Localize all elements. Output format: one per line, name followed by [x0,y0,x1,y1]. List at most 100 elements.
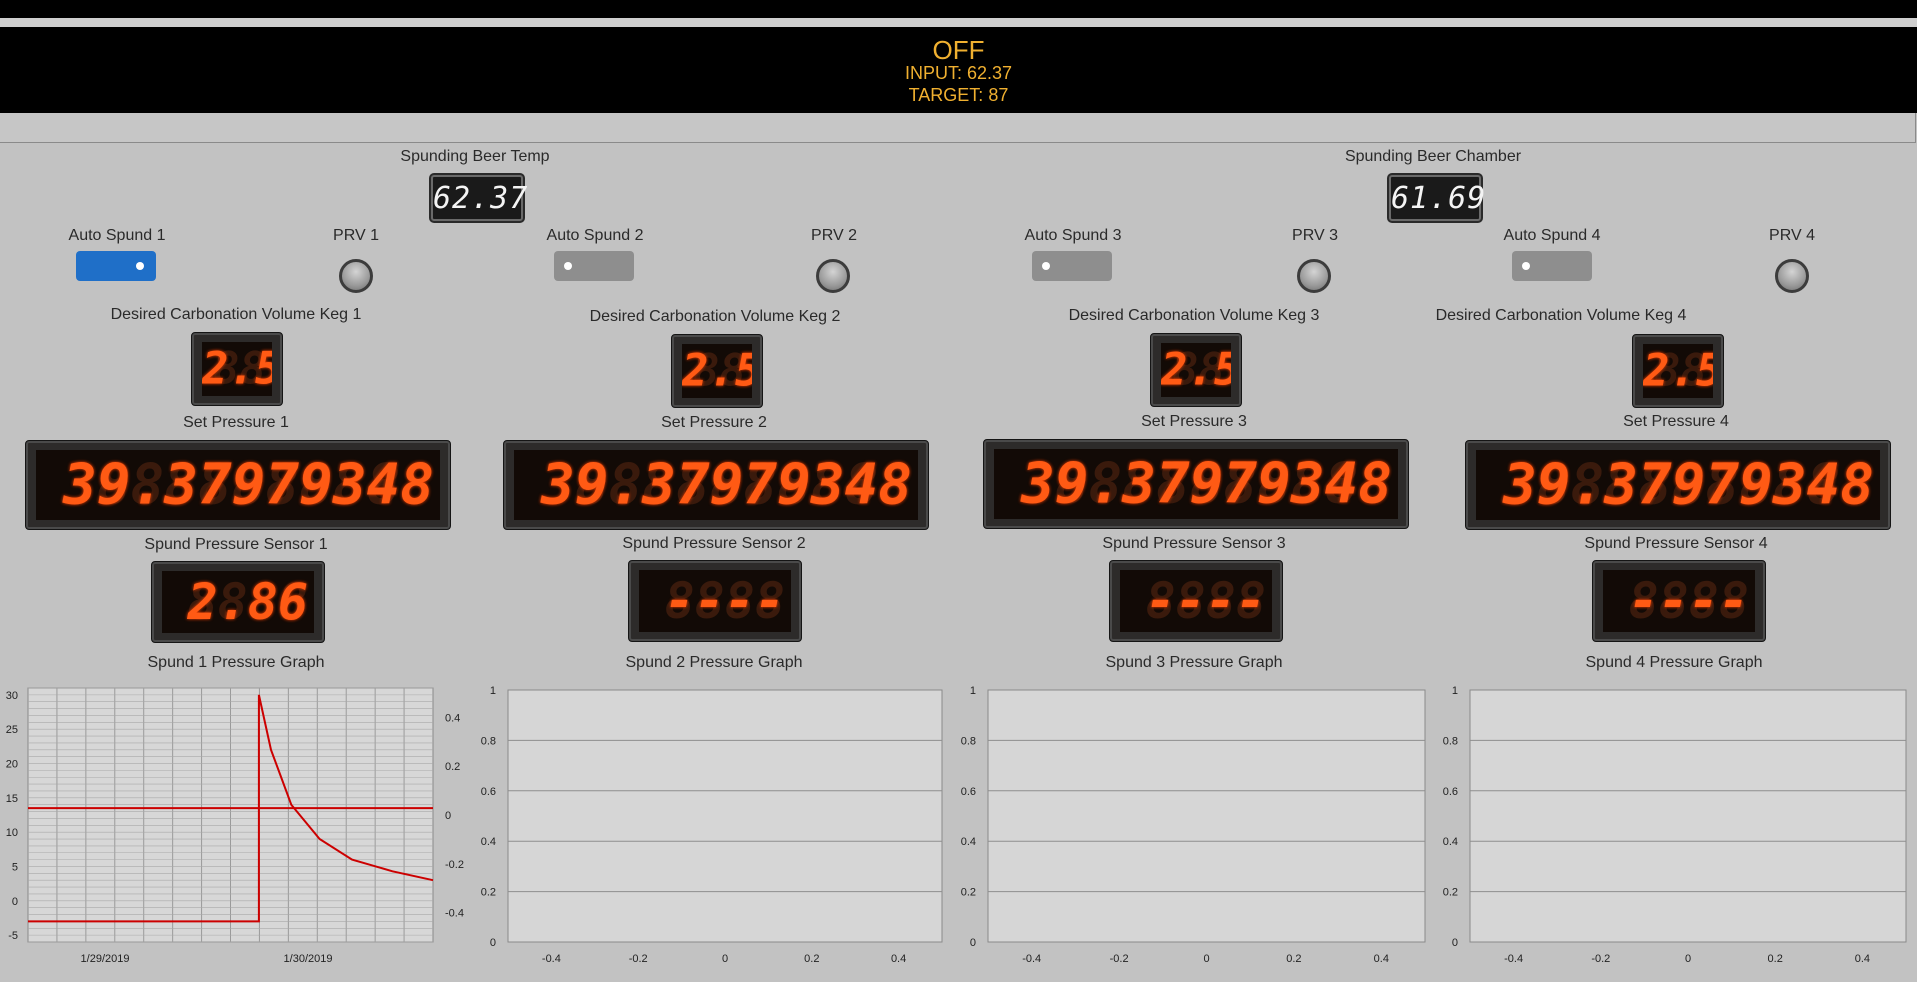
pressure-sensor-value: ---- [1145,572,1266,630]
chart4-y-tick-label: 1 [1452,685,1458,697]
chart2-x-tick-label: -0.2 [629,953,648,965]
set-pressure-value: 39.37979348 [1021,451,1392,517]
prv-label: PRV 1 [333,227,379,244]
set-pressure-display[interactable]: 8888888888 39.37979348 [25,440,451,530]
toggle-knob [136,262,144,270]
chart4-x-tick-label: 0 [1685,953,1691,965]
chart4-y-tick-label: 0.6 [1443,786,1458,798]
chart3-plot-area [987,689,1426,943]
chart2-x-tick-label: 0 [722,953,728,965]
carb-volume-value: 2.5 [682,345,752,397]
input-readout: INPUT: 62.37 [904,63,1013,83]
pressure-sensor-display: 8888 2.86 [151,561,325,643]
prv-indicator [1775,259,1809,293]
top-gap [0,18,1917,27]
pressure-sensor-label: Spund Pressure Sensor 2 [622,535,806,552]
chart3-y-tick-label: 0.2 [961,887,976,899]
chart3-x-tick-label: 0 [1203,953,1209,965]
auto-spund-toggle[interactable] [554,251,634,281]
chamber-temp-display: 61.69 [1389,175,1487,221]
chart2-y-tick-label: 0.6 [481,786,496,798]
chart4-plot-area [1469,689,1907,943]
chart4-x-tick-label: -0.4 [1504,953,1523,965]
chart4-y-tick-label: 0.8 [1443,735,1458,747]
auto-spund-toggle[interactable] [1512,251,1592,281]
chart1-y-tick-label: -5 [8,930,18,942]
prv-indicator [339,259,373,293]
chart3-x-tick-label: 0.4 [1374,953,1389,965]
prv-label: PRV 4 [1769,227,1815,244]
carb-volume-label: Desired Carbonation Volume Keg 1 [110,306,362,323]
carb-volume-display[interactable]: 882.5 [1150,333,1242,407]
chart3-x-tick-label: -0.4 [1022,953,1041,965]
chamber-temp-value: 61.69 [1391,181,1487,216]
chart3-y-tick-label: 0.6 [961,786,976,798]
target-readout: TARGET: 87 [908,85,1009,105]
auto-spund-toggle[interactable] [1032,251,1112,281]
beer-temp-label: Spunding Beer Temp [400,148,550,165]
prv-indicator [816,259,850,293]
chart3-y-tick-label: 0.4 [961,836,976,848]
set-pressure-value: 39.37979348 [63,452,434,518]
pressure-graphs-svg: -5051015202530-0.4-0.200.20.41/29/2019 1/… [6,685,1907,965]
chart1-y-tick-label: 0 [12,896,18,908]
chart1-y2-tick-label: -0.4 [445,908,464,920]
chart3-y-tick-label: 0.8 [961,735,976,747]
auto-spund-label: Auto Spund 4 [1503,227,1601,244]
carb-volume-label: Desired Carbonation Volume Keg 2 [589,308,841,325]
set-pressure-label: Set Pressure 4 [1623,413,1729,430]
chart1-y-tick-label: 20 [6,759,18,771]
pressure-sensor-display: 8888 ---- [628,560,802,642]
chart3-y-tick-label: 0 [970,937,976,949]
set-pressure-display[interactable]: 8888888888 39.37979348 [1465,440,1891,530]
chart4-y-tick-label: 0.4 [1443,836,1458,848]
toggle-knob [1042,262,1050,270]
chart3-x-tick-label: 0.2 [1286,953,1301,965]
pressure-sensor-label: Spund Pressure Sensor 4 [1584,535,1768,552]
carb-volume-display[interactable]: 882.5 [1632,334,1724,408]
beer-temp-display: 62.37 [431,175,527,221]
toggle-knob [564,262,572,270]
auto-spund-label: Auto Spund 3 [1024,227,1122,244]
chart1-y2-tick-label: 0.4 [445,712,460,724]
pressure-sensor-label: Spund Pressure Sensor 3 [1102,535,1286,552]
set-pressure-label: Set Pressure 3 [1141,413,1247,430]
carb-volume-display[interactable]: 882.5 [191,332,283,406]
pressure-graphs: -5 0 5 10 15 20 25 30 -0.4 -0.2 0 0.2 0.4 1/29/2019 1/… [0,680,1917,977]
carb-volume-display[interactable]: 882.5 [671,334,763,408]
set-pressure-value: 39.37979348 [541,452,912,518]
carb-volume-label: Desired Carbonation Volume Keg 4 [1435,307,1687,324]
chart1-x-tick-label: 1/29/2019 [81,953,130,965]
chart4-y-tick-label: 0.2 [1443,887,1458,899]
status-banner: OFF INPUT: 62.37 TARGET: 87 [0,27,1917,113]
top-strip [0,0,1917,18]
chart1-y-tick-label: 30 [6,690,18,702]
pressure-graph-label: Spund 2 Pressure Graph [625,654,803,671]
chart2-y-tick-label: 0.4 [481,836,496,848]
chamber-temp-label: Spunding Beer Chamber [1344,148,1522,165]
chart1-y-tick-label: 15 [6,793,18,805]
carb-volume-label: Desired Carbonation Volume Keg 3 [1068,307,1320,324]
chart2-y-tick-label: 1 [490,685,496,697]
auto-spund-toggle[interactable] [76,251,156,281]
chart3-x-tick-label: -0.2 [1110,953,1129,965]
chart2-x-tick-label: 0.2 [804,953,819,965]
chart1-y2-tick-label: 0.2 [445,761,460,773]
chart1-y-tick-label: 25 [6,724,18,736]
pressure-sensor-value: ---- [664,572,785,630]
auto-spund-label: Auto Spund 2 [546,227,644,244]
prv-label: PRV 2 [811,227,857,244]
pressure-sensor-value: ---- [1628,572,1749,630]
prv-indicator [1297,259,1331,293]
set-pressure-display[interactable]: 8888888888 39.37979348 [503,440,929,530]
chart1-y2-tick-label: 0 [445,810,451,822]
set-pressure-value: 39.37979348 [1503,452,1874,518]
chart1-x-tick-label: 1/30/2019 [284,953,333,965]
pressure-graph-label: Spund 4 Pressure Graph [1585,654,1763,671]
chart2-y-tick-label: 0.2 [481,887,496,899]
chart2-y-tick-label: 0 [490,937,496,949]
pressure-sensor-label: Spund Pressure Sensor 1 [144,536,328,553]
pressure-sensor-display: 8888 ---- [1592,560,1766,642]
pressure-sensor-display: 8888 ---- [1109,560,1283,642]
set-pressure-display[interactable]: 8888888888 39.37979348 [983,439,1409,529]
